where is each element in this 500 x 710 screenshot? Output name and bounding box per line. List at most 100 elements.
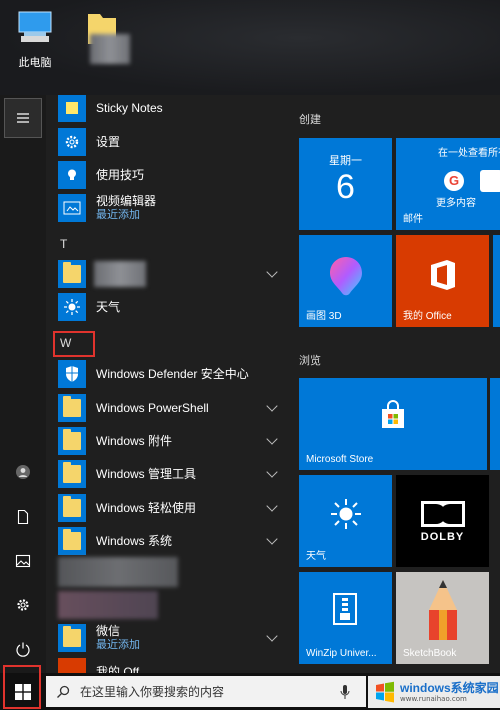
app-item-weather[interactable]: 天气	[58, 292, 290, 322]
calendar-date: 6	[336, 168, 355, 206]
computer-icon	[15, 8, 55, 48]
app-item-admin-tools[interactable]: Windows 管理工具	[58, 459, 290, 489]
app-label: Windows PowerShell	[96, 401, 209, 415]
weather-tile[interactable]: 天气	[299, 475, 392, 567]
dolby-wordmark: DOLBY	[420, 531, 465, 543]
hamburger-menu-icon	[17, 113, 29, 123]
app-item-settings[interactable]: 设置	[58, 127, 290, 157]
desktop: 此电脑	[0, 0, 500, 95]
winzip-tile[interactable]: WinZip Univer...	[299, 572, 392, 664]
power-icon	[16, 642, 30, 657]
search-icon	[57, 685, 70, 698]
tile-label: 邮件	[403, 214, 423, 225]
sketchbook-tile[interactable]: SketchBook	[396, 572, 489, 664]
chevron-down-icon	[266, 433, 278, 445]
recently-added-label: 最近添加	[96, 209, 140, 221]
chevron-down-icon	[266, 500, 278, 512]
app-item-wechat[interactable]: 微信 最近添加	[58, 623, 290, 653]
app-list: Sticky Notes 设置 使用技巧 视频编辑器 最近添加 T 天气 W W…	[46, 95, 290, 673]
calendar-day: 星期一	[329, 155, 362, 167]
paint3d-tile[interactable]: 画图 3D	[299, 235, 392, 327]
chevron-down-icon	[266, 400, 278, 412]
tile-label: 我的 Office	[403, 311, 452, 322]
section-header-t[interactable]: T	[60, 237, 67, 251]
tiles-area: 创建 星期一 6 在一处查看所有 G 更多内容 邮件 画图 3D 我的 Offi…	[290, 95, 500, 673]
lightbulb-icon	[58, 161, 86, 189]
office-icon	[58, 658, 86, 673]
office-tile[interactable]: 我的 Office	[396, 235, 489, 327]
app-label: 微信	[96, 624, 121, 638]
app-label: 使用技巧	[96, 168, 145, 182]
app-label: Windows Defender 安全中心	[96, 367, 249, 381]
app-item-sticky-notes[interactable]: Sticky Notes	[58, 95, 290, 123]
calendar-tile[interactable]: 星期一 6	[299, 138, 392, 230]
power-button[interactable]	[0, 629, 46, 669]
tile-label: 天气	[306, 551, 326, 562]
mail-tile[interactable]: 在一处查看所有 G 更多内容 邮件	[396, 138, 500, 230]
tile-label: Microsoft Store	[306, 454, 374, 465]
app-label: 我的 Off	[96, 665, 140, 673]
pictures-icon	[15, 554, 31, 568]
documents-button[interactable]	[0, 497, 46, 537]
settings-button[interactable]	[0, 585, 46, 625]
desktop-icon-this-pc[interactable]: 此电脑	[5, 8, 65, 70]
app-item-tips[interactable]: 使用技巧	[58, 160, 290, 190]
watermark-text: windows系统家园	[400, 680, 499, 695]
microphone-icon[interactable]	[340, 684, 350, 700]
folder-icon	[58, 260, 86, 288]
folder-icon	[58, 394, 86, 422]
office-logo-icon	[431, 260, 455, 290]
user-account-button[interactable]	[0, 452, 46, 492]
start-menu: Sticky Notes 设置 使用技巧 视频编辑器 最近添加 T 天气 W W…	[0, 95, 500, 673]
app-label: 天气	[96, 300, 121, 314]
tile-label: 画图 3D	[306, 311, 342, 322]
app-label: 设置	[96, 135, 121, 149]
dolby-tile[interactable]: DOLBY	[396, 475, 489, 567]
chevron-down-icon	[266, 266, 278, 278]
settings-icon	[17, 599, 29, 611]
mail-tile-more: 更多内容	[436, 198, 476, 209]
store-tile[interactable]: Microsoft Store	[299, 378, 487, 470]
search-box[interactable]: 在这里输入你要搜索的内容	[46, 676, 366, 707]
app-label: 视频编辑器	[96, 194, 157, 208]
app-item-my-office[interactable]: 我的 Off	[58, 657, 290, 673]
windows-logo-icon	[15, 683, 31, 700]
folder-icon	[58, 624, 86, 652]
pictures-button[interactable]	[0, 541, 46, 581]
mail-tile-header: 在一处查看所有	[438, 148, 500, 159]
document-icon	[17, 509, 29, 525]
user-icon	[16, 465, 30, 479]
tile-group-title: 浏览	[299, 355, 321, 367]
paint3d-icon	[330, 257, 362, 296]
start-button[interactable]	[5, 673, 41, 710]
app-label: Windows 系统	[96, 534, 173, 548]
app-item-t-folder[interactable]	[58, 259, 290, 289]
pencil-icon	[429, 580, 457, 640]
partial-tile[interactable]	[493, 235, 500, 327]
folder-icon	[58, 427, 86, 455]
desktop-icon-label: 此电脑	[18, 56, 52, 69]
weather-sun-icon	[331, 499, 361, 529]
blurred-region	[58, 557, 178, 587]
tile-label: SketchBook	[403, 648, 457, 659]
app-item-video-editor[interactable]: 视频编辑器 最近添加	[58, 193, 290, 223]
app-item-ease-of-access[interactable]: Windows 轻松使用	[58, 493, 290, 523]
app-item-powershell[interactable]: Windows PowerShell	[58, 393, 290, 423]
partial-tile[interactable]	[490, 378, 500, 470]
hamburger-menu-button[interactable]	[4, 98, 42, 138]
chevron-down-icon	[266, 533, 278, 545]
app-item-accessories[interactable]: Windows 附件	[58, 426, 290, 456]
winzip-icon	[333, 593, 357, 625]
blurred-label	[94, 261, 146, 287]
chevron-down-icon	[266, 466, 278, 478]
watermark-logo-icon	[376, 681, 394, 703]
blurred-region	[58, 591, 158, 619]
app-item-windows-system[interactable]: Windows 系统	[58, 526, 290, 556]
app-label: Windows 附件	[96, 434, 173, 448]
search-placeholder: 在这里输入你要搜索的内容	[80, 685, 225, 699]
store-bag-icon	[382, 400, 404, 428]
blurred-region	[90, 34, 130, 64]
section-header-w[interactable]: W	[60, 336, 71, 350]
app-item-defender[interactable]: Windows Defender 安全中心	[58, 359, 290, 389]
folder-icon	[58, 527, 86, 555]
